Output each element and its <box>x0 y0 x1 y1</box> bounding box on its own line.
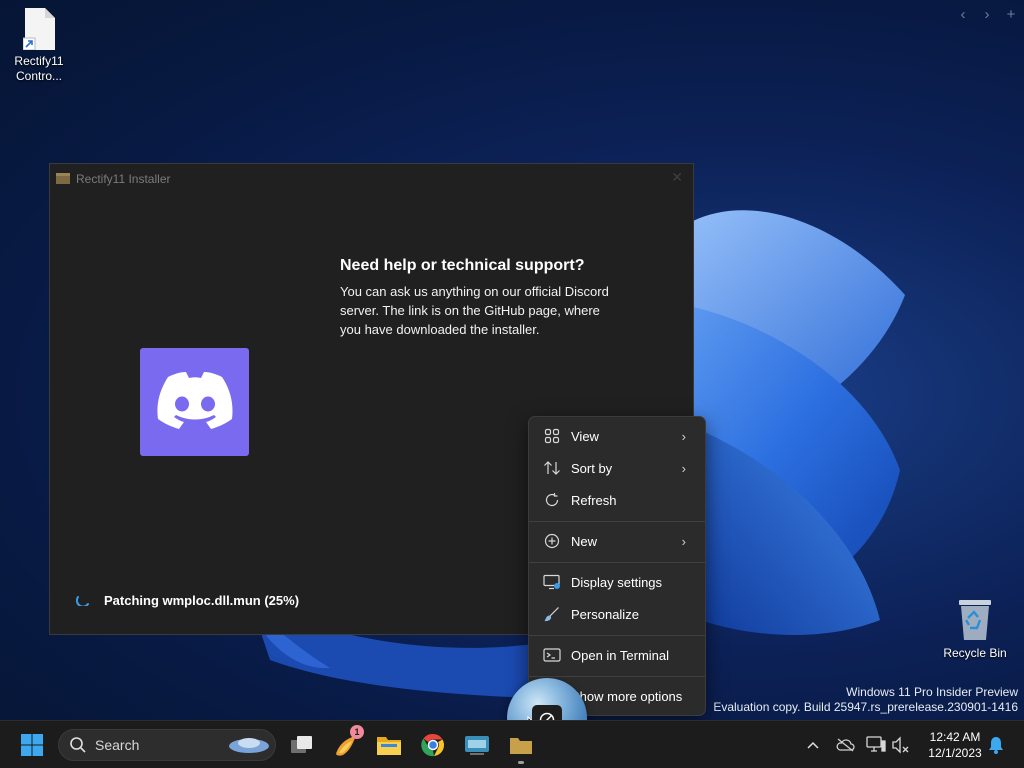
recycle-bin-icon <box>957 598 993 640</box>
windows-logo-icon <box>21 734 43 756</box>
notification-badge: 1 <box>350 725 364 739</box>
menu-item-view[interactable]: View › <box>534 422 700 450</box>
menu-separator <box>529 562 705 563</box>
menu-item-label: Show more options <box>571 688 683 704</box>
bell-icon <box>989 737 1003 754</box>
context-menu: View › Sort by › Refresh New › Display s… <box>528 416 706 716</box>
watermark-build: Evaluation copy. Build 25947.rs_prerelea… <box>713 700 1018 714</box>
menu-item-label: View <box>571 428 599 444</box>
menu-separator <box>529 521 705 522</box>
discord-logo <box>140 348 249 456</box>
menu-separator <box>529 635 705 636</box>
desktop-icon-rectify11-control[interactable]: Rectify11 Contro... <box>3 8 75 84</box>
network-icon <box>866 736 886 752</box>
menu-item-label: Sort by <box>571 460 613 476</box>
task-view-button[interactable] <box>286 729 318 761</box>
title-bar: Rectify11 Installer <box>56 171 170 187</box>
file-explorer-icon <box>377 737 401 755</box>
watermark-edition: Windows 11 Pro Insider Preview <box>846 685 1018 699</box>
help-heading: Need help or technical support? <box>340 257 585 274</box>
clock-time: 12:42 AM <box>929 730 981 744</box>
desktop-icon-label: Recycle Bin <box>943 646 1007 660</box>
chevron-right-icon: › <box>681 461 686 476</box>
menu-item-label: Personalize <box>571 606 639 622</box>
volume-button[interactable] <box>891 735 911 755</box>
taskbar-app-fireship[interactable]: 1 <box>330 725 364 761</box>
desktop-icon-recycle-bin[interactable]: Recycle Bin <box>939 598 1011 661</box>
active-indicator <box>518 761 524 764</box>
plus-circle-icon <box>542 531 562 551</box>
status-row: Patching wmploc.dll.mun (25%) <box>75 592 300 609</box>
taskbar: Search 1 12:42 AM 12/1/2023 <box>0 720 1024 768</box>
onedrive-button[interactable] <box>835 735 855 755</box>
add-button[interactable]: + <box>1006 6 1016 23</box>
evaluation-watermark: Windows 11 Pro Insider Preview Evaluatio… <box>713 685 1018 715</box>
chevron-right-icon: › <box>681 429 686 444</box>
taskbar-app-chrome[interactable] <box>417 729 449 761</box>
task-view-icon <box>291 736 312 753</box>
menu-separator <box>529 676 705 677</box>
menu-item-label: New <box>571 533 598 549</box>
cloud-offline-icon <box>836 738 855 752</box>
menu-item-personalize[interactable]: Personalize <box>534 600 700 628</box>
package-icon <box>56 172 70 187</box>
clock-date: 12/1/2023 <box>928 746 982 760</box>
desktop-nav: ‹ › + <box>958 6 1016 23</box>
keyboard-app-icon <box>465 736 489 755</box>
display-icon <box>542 572 562 592</box>
search-label: Search <box>95 737 140 753</box>
network-button[interactable] <box>866 735 886 755</box>
next-arrow[interactable]: › <box>982 6 992 23</box>
terminal-icon <box>542 645 562 665</box>
desktop-icon-label: Rectify11 <box>14 54 64 68</box>
menu-item-display-settings[interactable]: Display settings <box>534 568 700 596</box>
taskbar-app-folder[interactable] <box>505 729 537 761</box>
taskbar-app-file-explorer[interactable] <box>373 729 405 761</box>
notifications-button[interactable] <box>986 735 1006 755</box>
spinner-icon <box>75 592 90 609</box>
menu-item-new[interactable]: New › <box>534 527 700 555</box>
close-button[interactable]: ✕ <box>671 169 683 186</box>
discord-icon <box>156 372 233 429</box>
show-hidden-icons-button[interactable] <box>803 735 823 755</box>
refresh-icon <box>542 490 562 510</box>
search-box[interactable]: Search <box>58 729 276 761</box>
sort-arrows-icon <box>542 458 562 478</box>
menu-item-sort-by[interactable]: Sort by › <box>534 454 700 482</box>
taskbar-app-keyboard[interactable] <box>461 729 493 761</box>
view-grid-icon <box>542 426 562 446</box>
menu-item-label: Refresh <box>571 492 617 508</box>
menu-item-label: Display settings <box>571 574 663 590</box>
previous-arrow[interactable]: ‹ <box>958 6 968 23</box>
chevron-up-icon <box>807 741 819 749</box>
status-text: Patching wmploc.dll.mun (25%) <box>104 593 300 608</box>
window-title: Rectify11 Installer <box>76 172 171 186</box>
folder-app-icon <box>510 738 532 754</box>
start-button[interactable] <box>16 729 48 761</box>
menu-item-refresh[interactable]: Refresh <box>534 486 700 514</box>
help-text: You can ask us anything on our official … <box>340 284 609 337</box>
search-highlight-icon <box>227 734 271 761</box>
menu-item-label: Open in Terminal <box>571 647 670 663</box>
file-shortcut-icon <box>22 8 55 51</box>
chrome-icon <box>421 733 445 757</box>
search-icon <box>69 736 87 754</box>
brush-icon <box>542 604 562 624</box>
menu-item-open-in-terminal[interactable]: Open in Terminal <box>534 641 700 669</box>
desktop-icon-label: Contro... <box>15 69 63 83</box>
chevron-right-icon: › <box>681 534 686 549</box>
clock[interactable]: 12:42 AM 12/1/2023 <box>922 729 988 761</box>
volume-muted-icon <box>892 736 909 754</box>
